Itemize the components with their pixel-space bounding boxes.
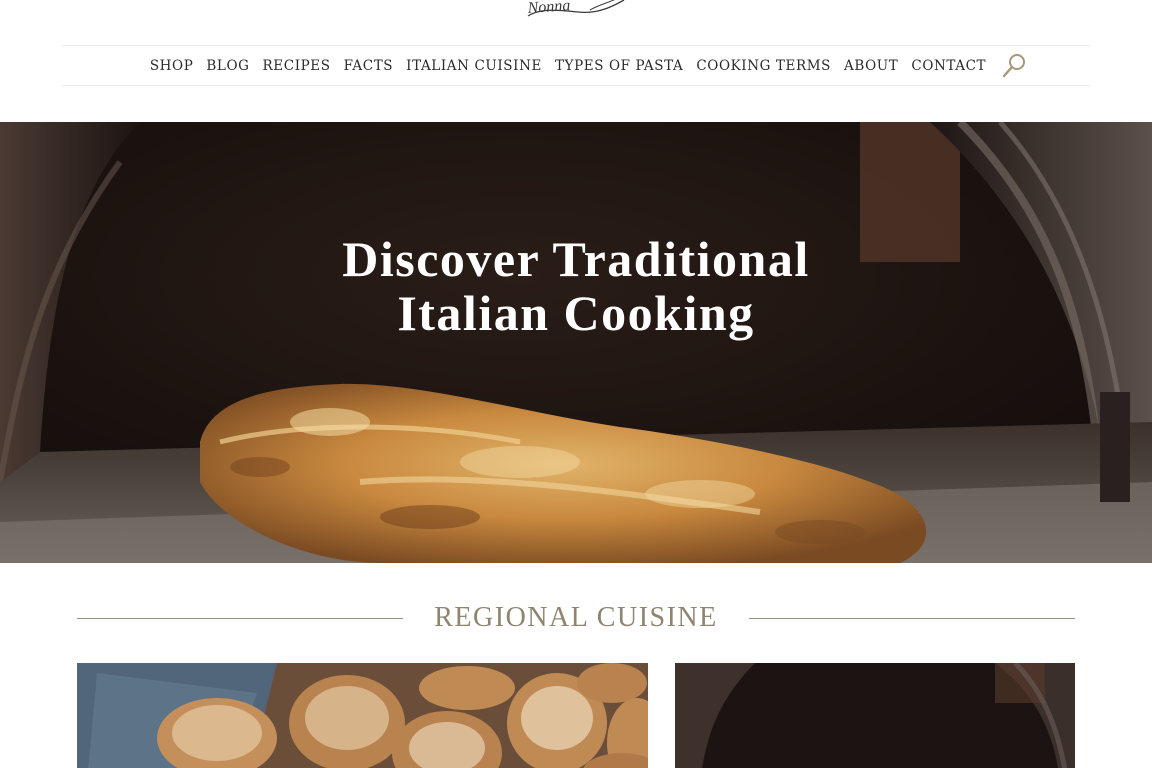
- main-nav: SHOP BLOG RECIPES FACTS ITALIAN CUISINE …: [62, 45, 1090, 86]
- site-logo[interactable]: Nonna: [520, 0, 632, 20]
- nav-item-cooking-terms[interactable]: COOKING TERMS: [690, 58, 838, 74]
- nav-item-recipes[interactable]: RECIPES: [256, 58, 337, 74]
- logo-mark: Nonna: [526, 0, 625, 17]
- pastries-image: [77, 663, 648, 768]
- regional-cuisine-heading: REGIONAL CUISINE: [434, 602, 718, 633]
- hero-title: Discover Traditional Italian Cooking: [0, 232, 1152, 340]
- hero-banner: Discover Traditional Italian Cooking: [0, 122, 1152, 563]
- nav-item-shop[interactable]: SHOP: [143, 58, 200, 74]
- nav-item-types-of-pasta[interactable]: TYPES OF PASTA: [548, 58, 689, 74]
- hero-title-line-2: Italian Cooking: [397, 285, 755, 341]
- search-icon: [1002, 53, 1025, 77]
- oven-image: [675, 663, 1075, 768]
- logo-lettering: Nonna: [526, 0, 571, 17]
- nav-menu: SHOP BLOG RECIPES FACTS ITALIAN CUISINE …: [143, 51, 1028, 81]
- heading-rule-left: [77, 617, 404, 619]
- search-button[interactable]: [999, 51, 1029, 81]
- hero-image-bread-oven: [0, 122, 1152, 563]
- regional-card-oven[interactable]: [675, 663, 1075, 768]
- nav-item-italian-cuisine[interactable]: ITALIAN CUISINE: [400, 58, 549, 74]
- nav-item-facts[interactable]: FACTS: [337, 58, 400, 74]
- nav-item-about[interactable]: ABOUT: [838, 58, 905, 74]
- hero-title-line-1: Discover Traditional: [342, 231, 810, 287]
- nav-item-blog[interactable]: BLOG: [200, 58, 256, 74]
- heading-rule-right: [748, 617, 1075, 619]
- regional-card-pastries[interactable]: [77, 663, 648, 768]
- regional-cuisine-heading-row: REGIONAL CUISINE: [77, 598, 1075, 638]
- nav-item-contact[interactable]: CONTACT: [905, 58, 993, 74]
